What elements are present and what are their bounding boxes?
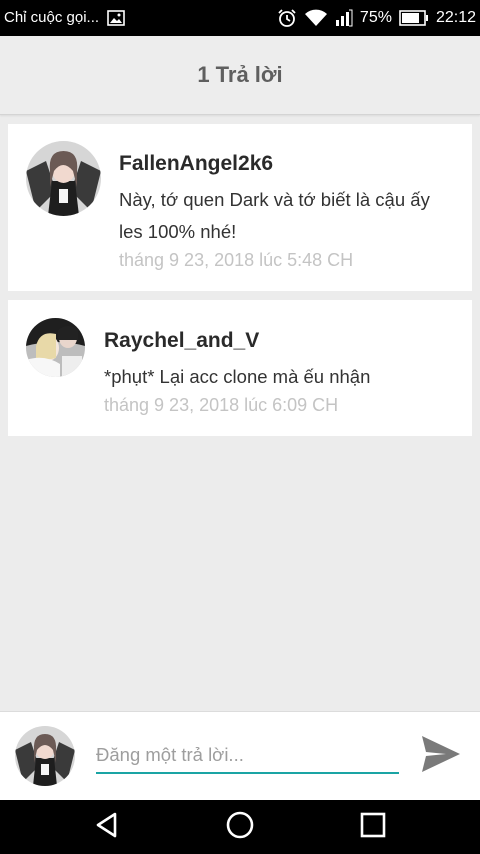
wifi-icon	[304, 9, 328, 27]
image-icon	[107, 9, 125, 26]
clock: 22:12	[435, 9, 476, 26]
avatar[interactable]	[26, 141, 101, 216]
alarm-icon	[277, 8, 297, 28]
back-button[interactable]	[67, 800, 147, 854]
send-icon	[420, 734, 462, 779]
reply-input[interactable]	[96, 738, 399, 774]
battery-percent: 75%	[359, 9, 392, 26]
page-title: 1 Trả lời	[197, 62, 283, 87]
reply-timestamp: tháng 9 23, 2018 lúc 6:09 CH	[104, 395, 339, 415]
reply-composer	[0, 711, 480, 801]
status-bar: Chỉ cuộc gọi... 75% 22:12	[0, 0, 480, 36]
home-button[interactable]	[200, 800, 280, 854]
home-icon	[225, 810, 255, 845]
avatar	[15, 726, 75, 786]
recents-icon	[360, 812, 386, 843]
reply-text-line: les 100% nhé!	[119, 221, 237, 242]
reply-text-line: Này, tớ quen Dark và tớ biết là cậu ấy	[119, 189, 430, 210]
navigation-bar	[0, 800, 480, 854]
reply-author[interactable]: Raychel_and_V	[104, 329, 259, 353]
reply-author[interactable]: FallenAngel2k6	[119, 152, 273, 176]
avatar[interactable]	[26, 318, 85, 377]
reply-timestamp: tháng 9 23, 2018 lúc 5:48 CH	[119, 250, 354, 270]
notification-text: Chỉ cuộc gọi...	[4, 9, 100, 26]
reply-text-line: *phụt* Lại acc clone mà ếu nhận	[104, 366, 371, 387]
send-button[interactable]	[418, 733, 464, 779]
battery-icon	[399, 10, 429, 26]
signal-icon	[335, 9, 353, 27]
reply-card: FallenAngel2k6 Này, tớ quen Dark và tớ b…	[8, 124, 472, 291]
back-icon	[93, 811, 121, 844]
recents-button[interactable]	[333, 800, 413, 854]
header: 1 Trả lời	[0, 36, 480, 115]
reply-card: Raychel_and_V *phụt* Lại acc clone mà ếu…	[8, 300, 472, 436]
